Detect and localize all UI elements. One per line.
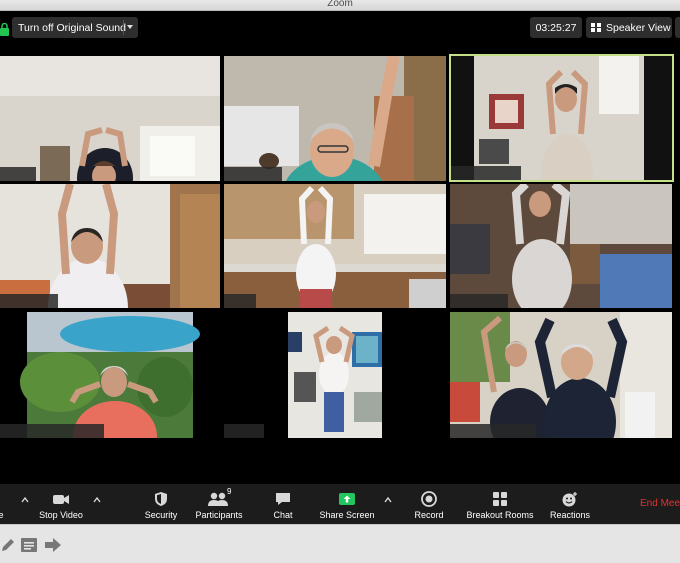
meeting-timer-text: 03:25:27	[535, 21, 577, 34]
end-meeting-button[interactable]: End Mee	[640, 498, 680, 509]
participant-video	[0, 184, 220, 308]
window-title: Zoom	[327, 0, 353, 9]
chat-label: Chat	[273, 510, 293, 520]
stop-video-label: Stop Video	[39, 510, 83, 520]
end-meeting-label: End Mee	[640, 498, 680, 509]
participant-nameplate	[0, 424, 104, 438]
unmute-label: e	[0, 510, 4, 520]
participants-button[interactable]: 9 Participants	[192, 484, 246, 524]
reactions-label: Reactions	[549, 510, 591, 520]
security-label: Security	[144, 510, 178, 520]
reactions-button[interactable]: Reactions	[546, 484, 594, 524]
participant-nameplate	[0, 167, 36, 181]
record-icon	[421, 491, 437, 507]
annotation-bar	[0, 524, 680, 563]
participant-nameplate	[451, 166, 521, 180]
video-options-chevron-up-icon[interactable]	[93, 496, 101, 504]
video-camera-icon	[53, 495, 69, 504]
participant-nameplate	[0, 294, 58, 308]
participant-video	[449, 54, 674, 182]
participant-video	[224, 312, 446, 438]
fullscreen-button[interactable]	[675, 17, 680, 38]
breakout-rooms-icon	[493, 492, 507, 506]
participant-video	[450, 312, 672, 438]
meeting-top-bar: Turn off Original Sound 03:25:27 Speaker…	[0, 11, 680, 49]
unmute-button[interactable]: e	[0, 484, 6, 524]
chevron-down-icon[interactable]	[127, 25, 133, 29]
participants-icon-wrap: 9	[207, 487, 231, 507]
arrow-right-icon[interactable]	[44, 537, 62, 553]
participant-nameplate	[224, 294, 256, 308]
grid-view-icon	[591, 23, 601, 32]
smiley-icon	[562, 492, 577, 507]
participant-nameplate	[224, 167, 282, 181]
audio-options-chevron-up-icon[interactable]	[21, 496, 29, 504]
stop-video-button[interactable]: Stop Video	[34, 484, 88, 524]
participant-video	[224, 184, 446, 308]
window-titlebar: Zoom	[0, 0, 680, 11]
share-screen-icon	[339, 493, 355, 505]
original-sound-divider	[123, 20, 124, 35]
video-tile-8[interactable]	[224, 312, 446, 438]
participant-video	[0, 56, 220, 181]
breakout-rooms-label: Breakout Rooms	[466, 510, 534, 520]
participant-video	[450, 184, 672, 308]
lock-icon	[0, 23, 9, 36]
participants-count: 9	[227, 487, 232, 496]
participants-label: Participants	[195, 510, 243, 520]
record-label: Record	[414, 510, 444, 520]
participant-nameplate	[450, 294, 508, 308]
original-sound-button[interactable]: Turn off Original Sound	[12, 17, 138, 38]
meeting-timer: 03:25:27	[530, 17, 582, 38]
video-tile-3-active-speaker[interactable]	[449, 54, 674, 182]
participant-nameplate	[450, 424, 536, 438]
meeting-controls-toolbar: e Stop Video Security 9 Participants Cha…	[0, 484, 680, 524]
participant-nameplate	[224, 424, 264, 438]
share-screen-label: Share Screen	[319, 510, 375, 520]
video-tile-6[interactable]	[450, 184, 672, 308]
share-options-chevron-up-icon[interactable]	[384, 496, 392, 504]
record-button[interactable]: Record	[410, 484, 448, 524]
chat-button[interactable]: Chat	[268, 484, 298, 524]
pencil-icon[interactable]	[0, 537, 16, 553]
text-document-icon[interactable]	[20, 537, 38, 553]
breakout-rooms-button[interactable]: Breakout Rooms	[462, 484, 538, 524]
speaker-view-label: Speaker View	[606, 21, 671, 34]
chat-bubble-icon	[276, 493, 290, 505]
video-tile-2[interactable]	[224, 56, 446, 181]
share-screen-button[interactable]: Share Screen	[318, 484, 376, 524]
video-tile-1[interactable]	[0, 56, 220, 181]
participant-video	[0, 312, 220, 438]
video-tile-9[interactable]	[450, 312, 672, 438]
video-tile-4[interactable]	[0, 184, 220, 308]
shield-icon	[155, 492, 167, 506]
video-tile-7[interactable]	[0, 312, 220, 438]
video-tile-5[interactable]	[224, 184, 446, 308]
speaker-view-button[interactable]: Speaker View	[586, 17, 672, 38]
participant-video	[224, 56, 446, 181]
security-button[interactable]: Security	[140, 484, 182, 524]
original-sound-label: Turn off Original Sound	[18, 21, 126, 34]
